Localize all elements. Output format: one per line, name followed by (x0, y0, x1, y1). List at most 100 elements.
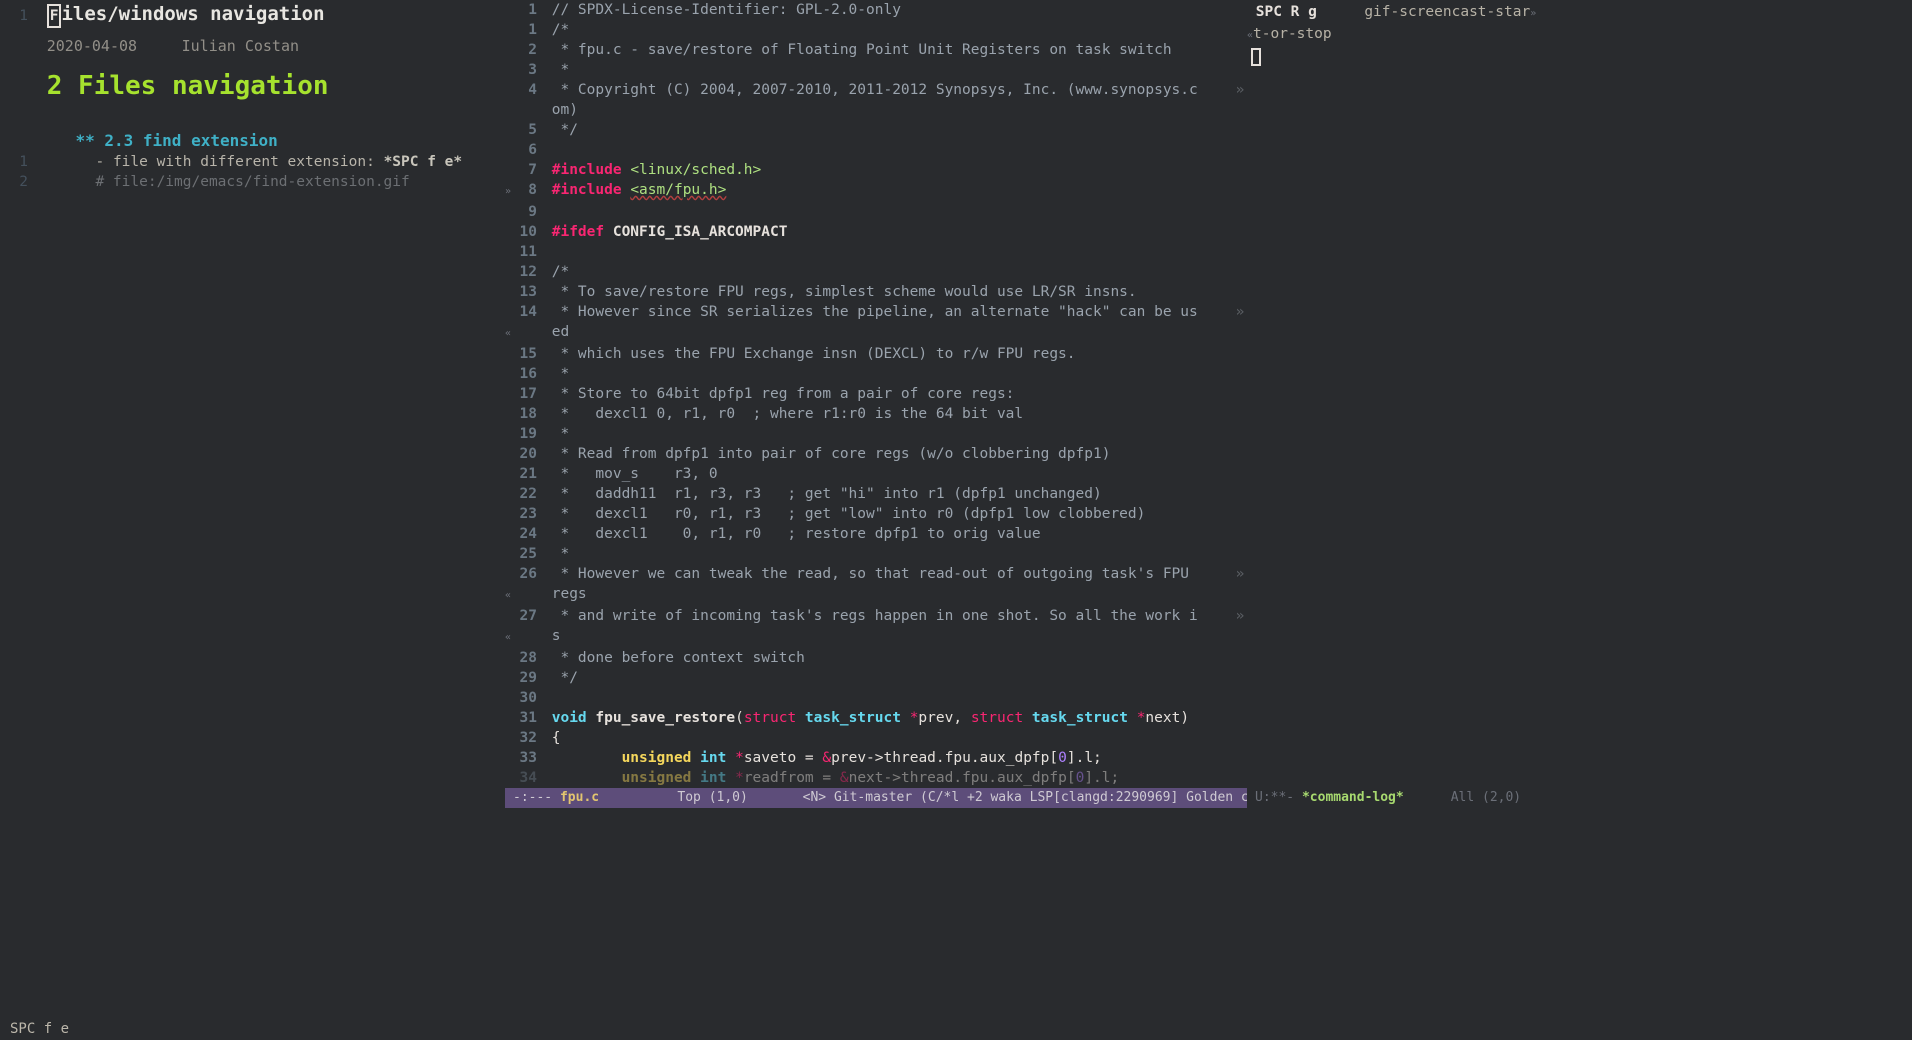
code-line[interactable]: « ed (505, 322, 1247, 344)
code-line[interactable]: »8 #include <asm/fpu.h> (505, 180, 1247, 202)
line-number: 13 (513, 282, 543, 302)
line-number: 23 (513, 504, 543, 524)
org-line-num: 1 (0, 152, 38, 172)
code-line[interactable]: 21 * mov_s r3, 0 (505, 464, 1247, 484)
code-line[interactable]: 16 * (505, 364, 1247, 384)
code-line[interactable]: 25 * (505, 544, 1247, 564)
code-line[interactable]: 6 (505, 140, 1247, 160)
org-heading-2[interactable]: ** 2.3 find extension (75, 131, 277, 150)
org-gutter: 1 (0, 6, 38, 26)
line-number: 1 (513, 20, 543, 40)
code-line[interactable]: 9 (505, 202, 1247, 222)
code-line[interactable]: 30 (505, 688, 1247, 708)
modeline-cmdlog[interactable]: U:**- *command-log* All (2,0) (1247, 788, 1912, 808)
code-line[interactable]: 26 * However we can tweak the read, so t… (505, 564, 1247, 584)
line-number: 20 (513, 444, 543, 464)
line-number: 29 (513, 668, 543, 688)
code-line[interactable]: 2 * fpu.c - save/restore of Floating Poi… (505, 40, 1247, 60)
line-number: 28 (513, 648, 543, 668)
code-line[interactable]: 5 */ (505, 120, 1247, 140)
line-number: 9 (513, 202, 543, 222)
code-line[interactable]: 1 // SPDX-License-Identifier: GPL-2.0-on… (505, 0, 1247, 20)
code-line[interactable]: 13 * To save/restore FPU regs, simplest … (505, 282, 1247, 302)
code-line[interactable]: 23 * dexcl1 r0, r1, r3 ; get "low" into … (505, 504, 1247, 524)
line-number: 32 (513, 728, 543, 748)
line-number: 18 (513, 404, 543, 424)
cmdlog-key: SPC R g (1247, 4, 1317, 20)
code-line[interactable]: 11 (505, 242, 1247, 262)
line-number: 2 (513, 40, 543, 60)
command-log-pane[interactable]: SPC R g gif-screencast-star» «t-or-stop (1247, 0, 1912, 788)
line-number: 11 (513, 242, 543, 262)
code-line[interactable]: 7 #include <linux/sched.h> (505, 160, 1247, 180)
wrap-icon: » (1233, 80, 1247, 100)
code-line[interactable]: 19 * (505, 424, 1247, 444)
code-line[interactable]: « s (505, 626, 1247, 648)
modeline-filename: fpu.c (560, 790, 599, 805)
line-number: 3 (513, 60, 543, 80)
code-pane[interactable]: 1 // SPDX-License-Identifier: GPL-2.0-on… (505, 0, 1247, 788)
code-line[interactable]: 29 */ (505, 668, 1247, 688)
fringe-icon: » (505, 182, 513, 202)
line-number: 14 (513, 302, 543, 322)
line-number: 12 (513, 262, 543, 282)
code-line[interactable]: 31 void fpu_save_restore(struct task_str… (505, 708, 1247, 728)
code-line[interactable]: 22 * daddh11 r1, r3, r3 ; get "hi" into … (505, 484, 1247, 504)
code-line[interactable]: 4 * Copyright (C) 2004, 2007-2010, 2011-… (505, 80, 1247, 100)
org-file-link[interactable]: # file:/img/emacs/find-extension.gif (95, 174, 409, 190)
line-number: 25 (513, 544, 543, 564)
org-pane[interactable]: 1 Files/windows navigation 2020-04-08 Iu… (0, 0, 505, 788)
line-number: 8 (513, 180, 543, 200)
code-line[interactable]: 14 * However since SR serializes the pip… (505, 302, 1247, 322)
line-number: 30 (513, 688, 543, 708)
line-number: 19 (513, 424, 543, 444)
cmdlog-command: gif-screencast-star (1364, 4, 1530, 20)
cursor-left: F (47, 4, 62, 28)
code-line[interactable]: 28 * done before context switch (505, 648, 1247, 668)
fringe-icon: « (505, 586, 513, 606)
fringe-icon: « (505, 324, 513, 344)
line-number: 10 (513, 222, 543, 242)
line-number: 34 (513, 768, 543, 788)
line-number: 17 (513, 384, 543, 404)
modeline-position: All (2,0) (1451, 790, 1521, 805)
wrap-icon: » (1233, 606, 1247, 626)
code-line[interactable]: 18 * dexcl1 0, r1, r0 ; where r1:r0 is t… (505, 404, 1247, 424)
org-list-item: - file with different extension: *SPC f … (95, 154, 462, 170)
code-line[interactable]: 10 #ifdef CONFIG_ISA_ARCOMPACT (505, 222, 1247, 242)
code-line[interactable]: 15 * which uses the FPU Exchange insn (D… (505, 344, 1247, 364)
line-number: 5 (513, 120, 543, 140)
line-number: 26 (513, 564, 543, 584)
code-line[interactable]: 12 /* (505, 262, 1247, 282)
code-line[interactable]: 32 { (505, 728, 1247, 748)
line-number: 4 (513, 80, 543, 100)
line-number: 27 (513, 606, 543, 626)
code-line[interactable]: 20 * Read from dpfp1 into pair of core r… (505, 444, 1247, 464)
code-line[interactable]: 1 /* (505, 20, 1247, 40)
line-number: 15 (513, 344, 543, 364)
fringe-icon: « (505, 628, 513, 648)
code-line[interactable]: om) (505, 100, 1247, 120)
line-number: 1 (513, 0, 543, 20)
org-date: 2020-04-08 (47, 37, 137, 55)
code-line[interactable]: 27 * and write of incoming task's regs h… (505, 606, 1247, 626)
line-number: 16 (513, 364, 543, 384)
code-line[interactable]: 17 * Store to 64bit dpfp1 reg from a pai… (505, 384, 1247, 404)
modeline-position: Top (1,0) (677, 790, 747, 805)
wrap-icon: » (1233, 302, 1247, 322)
code-line[interactable]: 24 * dexcl1 0, r1, r0 ; restore dpfp1 to… (505, 524, 1247, 544)
org-title: Files/windows navigation (47, 8, 325, 24)
code-line[interactable]: « regs (505, 584, 1247, 606)
code-line[interactable]: 34 unsigned int *readfrom = &next->threa… (505, 768, 1247, 788)
line-number: 33 (513, 748, 543, 768)
modeline-buffer-name: *command-log* (1302, 790, 1404, 805)
modeline-code[interactable]: -:--- fpu.c Top (1,0) <N> Git-master (C/… (505, 788, 1247, 808)
org-heading-1[interactable]: 2 Files navigation (47, 71, 329, 101)
modeline-modes: <N> Git-master (C/*l +2 waka LSP[clangd:… (803, 790, 1247, 805)
code-line[interactable]: 3 * (505, 60, 1247, 80)
echo-area: SPC f e (0, 1018, 1912, 1040)
cmdlog-command-cont: t-or-stop (1253, 26, 1332, 42)
line-number: 7 (513, 160, 543, 180)
code-line[interactable]: 33 unsigned int *saveto = &prev->thread.… (505, 748, 1247, 768)
org-line-num: 2 (0, 172, 38, 192)
